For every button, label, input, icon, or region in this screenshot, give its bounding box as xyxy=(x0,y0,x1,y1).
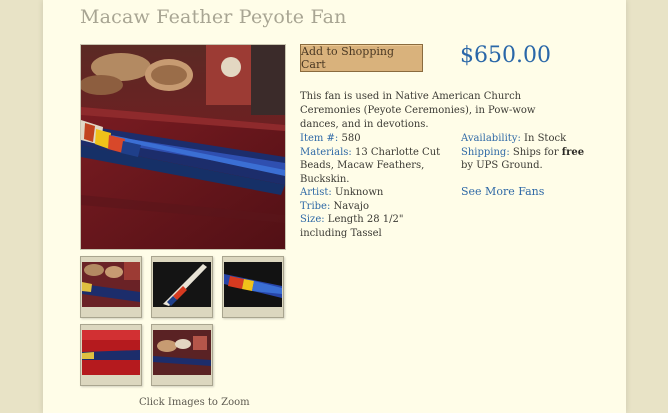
thumbnail-image xyxy=(153,330,211,375)
spec-label: Materials: xyxy=(300,146,352,158)
shipping-row: Shipping: Ships for free by UPS Ground. xyxy=(461,146,586,173)
availability-info: Availability: In Stock Shipping: Ships f… xyxy=(461,132,586,173)
availability-label: Availability: xyxy=(461,133,521,144)
thumbnail-3[interactable] xyxy=(222,256,284,318)
spec-value: Unknown xyxy=(334,187,384,198)
shipping-free: free xyxy=(561,146,585,158)
thumbnail-1[interactable] xyxy=(80,256,142,318)
product-description: This fan is used in Native American Chur… xyxy=(300,91,536,130)
thumbnail-2[interactable] xyxy=(151,256,213,318)
thumbnail-image xyxy=(82,330,140,375)
spec-label: Size: xyxy=(300,214,325,225)
add-to-cart-button[interactable]: Add to Shopping Cart xyxy=(300,44,423,72)
fan-photo xyxy=(81,45,285,249)
spec-artist: Artist: Unknown xyxy=(300,186,450,200)
thumbnail-image xyxy=(82,262,140,307)
spec-label: Tribe: xyxy=(300,200,331,212)
product-price: $650.00 xyxy=(460,43,551,68)
zoom-note: Click Images to Zoom xyxy=(139,397,250,408)
page-title: Macaw Feather Peyote Fan xyxy=(80,6,347,28)
availability-value: In Stock xyxy=(524,133,567,144)
spec-size: Size: Length 28 1/2" including Tassel xyxy=(300,213,450,240)
spec-tribe: Tribe: Navajo xyxy=(300,200,450,214)
shipping-pre: Ships for xyxy=(512,146,559,158)
spec-materials: Materials: 13 Charlotte Cut Beads, Macaw… xyxy=(300,146,450,187)
main-product-image[interactable] xyxy=(80,44,286,250)
spec-value: Navajo xyxy=(333,200,369,212)
thumbnail-5[interactable] xyxy=(151,324,213,386)
spec-label: Artist: xyxy=(300,187,332,198)
thumbnail-4[interactable] xyxy=(80,324,142,386)
availability-row: Availability: In Stock xyxy=(461,132,586,146)
spec-label: Item #: xyxy=(300,133,339,144)
product-specs: Item #: 580 Materials: 13 Charlotte Cut … xyxy=(300,132,450,240)
product-page: Macaw Feather Peyote Fan Click Images to… xyxy=(43,0,626,413)
see-more-fans-link[interactable]: See More Fans xyxy=(461,185,544,198)
spec-value: 580 xyxy=(341,133,361,144)
shipping-label: Shipping: xyxy=(461,146,510,158)
shipping-post: by UPS Ground. xyxy=(461,160,543,171)
thumbnail-image xyxy=(153,262,211,307)
spec-item-number: Item #: 580 xyxy=(300,132,450,146)
thumbnail-image xyxy=(224,262,282,307)
